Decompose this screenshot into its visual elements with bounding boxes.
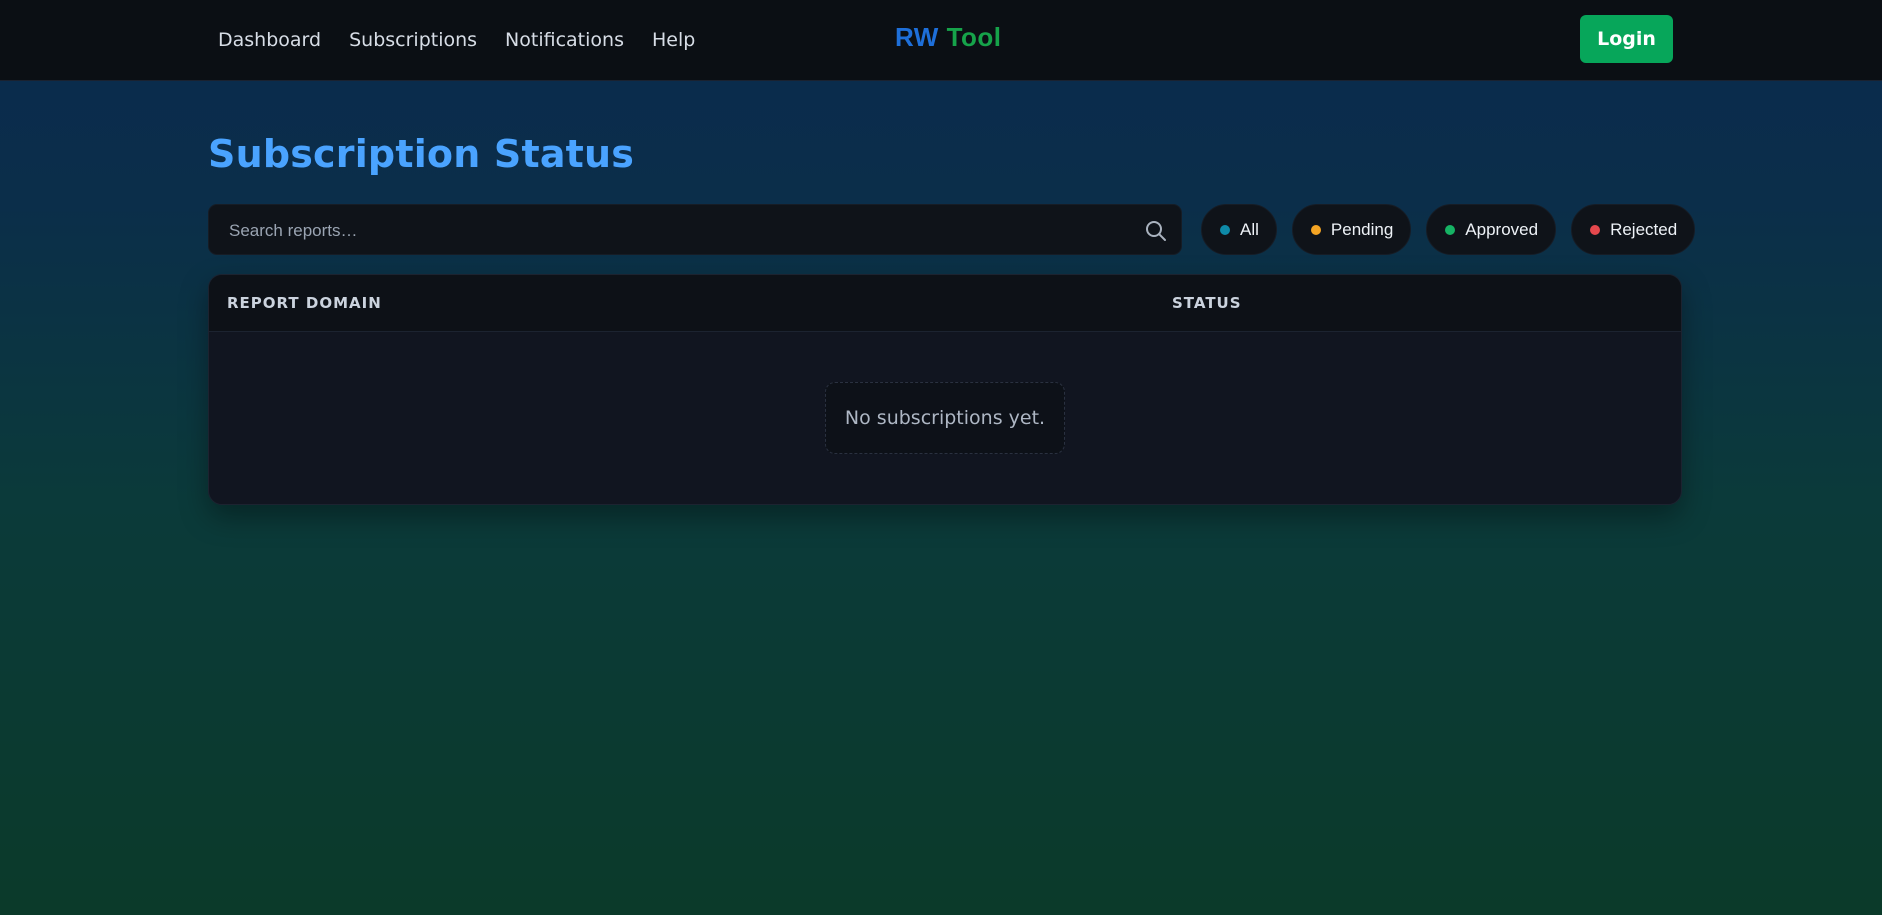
search-icon[interactable] [1144, 219, 1168, 243]
status-dot-approved-icon [1445, 224, 1456, 235]
search-input[interactable] [227, 205, 1111, 256]
login-button[interactable]: Login [1580, 15, 1673, 63]
filter-chip-label: Pending [1330, 219, 1394, 239]
filter-chip-rejected[interactable]: Rejected [1571, 204, 1696, 255]
table-header: REPORT DOMAIN STATUS [209, 275, 1681, 332]
brand-logo-part-tool: Tool [946, 22, 1002, 52]
top-navigation-bar: Dashboard Subscriptions Notifications He… [0, 0, 1882, 81]
nav-link-notifications[interactable]: Notifications [505, 29, 624, 51]
page-title: Subscription Status [208, 132, 635, 176]
nav-link-dashboard[interactable]: Dashboard [218, 29, 321, 51]
filter-chip-label: Rejected [1610, 219, 1678, 239]
filter-chip-label: All [1240, 219, 1259, 239]
column-header-report-domain: REPORT DOMAIN [227, 294, 382, 312]
nav-link-help[interactable]: Help [652, 29, 695, 51]
filter-chip-label: Approved [1465, 219, 1539, 239]
column-header-status: STATUS [1172, 294, 1242, 312]
filter-chip-approved[interactable]: Approved [1426, 204, 1557, 255]
brand-logo-part-rw: RW [895, 22, 939, 52]
filter-chip-all[interactable]: All [1201, 204, 1277, 255]
status-dot-rejected-icon [1590, 224, 1601, 235]
search-bar [208, 204, 1182, 256]
status-filter-group: All Pending Approved Rejected [1201, 204, 1696, 255]
main-nav: Dashboard Subscriptions Notifications He… [218, 0, 695, 80]
empty-state-message: No subscriptions yet. [825, 382, 1065, 454]
nav-link-subscriptions[interactable]: Subscriptions [349, 29, 477, 51]
brand-logo[interactable]: RW Tool [895, 22, 1002, 53]
filter-chip-pending[interactable]: Pending [1291, 204, 1412, 255]
subscriptions-table: REPORT DOMAIN STATUS No subscriptions ye… [208, 274, 1682, 505]
status-dot-pending-icon [1310, 224, 1321, 235]
status-dot-all-icon [1220, 224, 1230, 235]
